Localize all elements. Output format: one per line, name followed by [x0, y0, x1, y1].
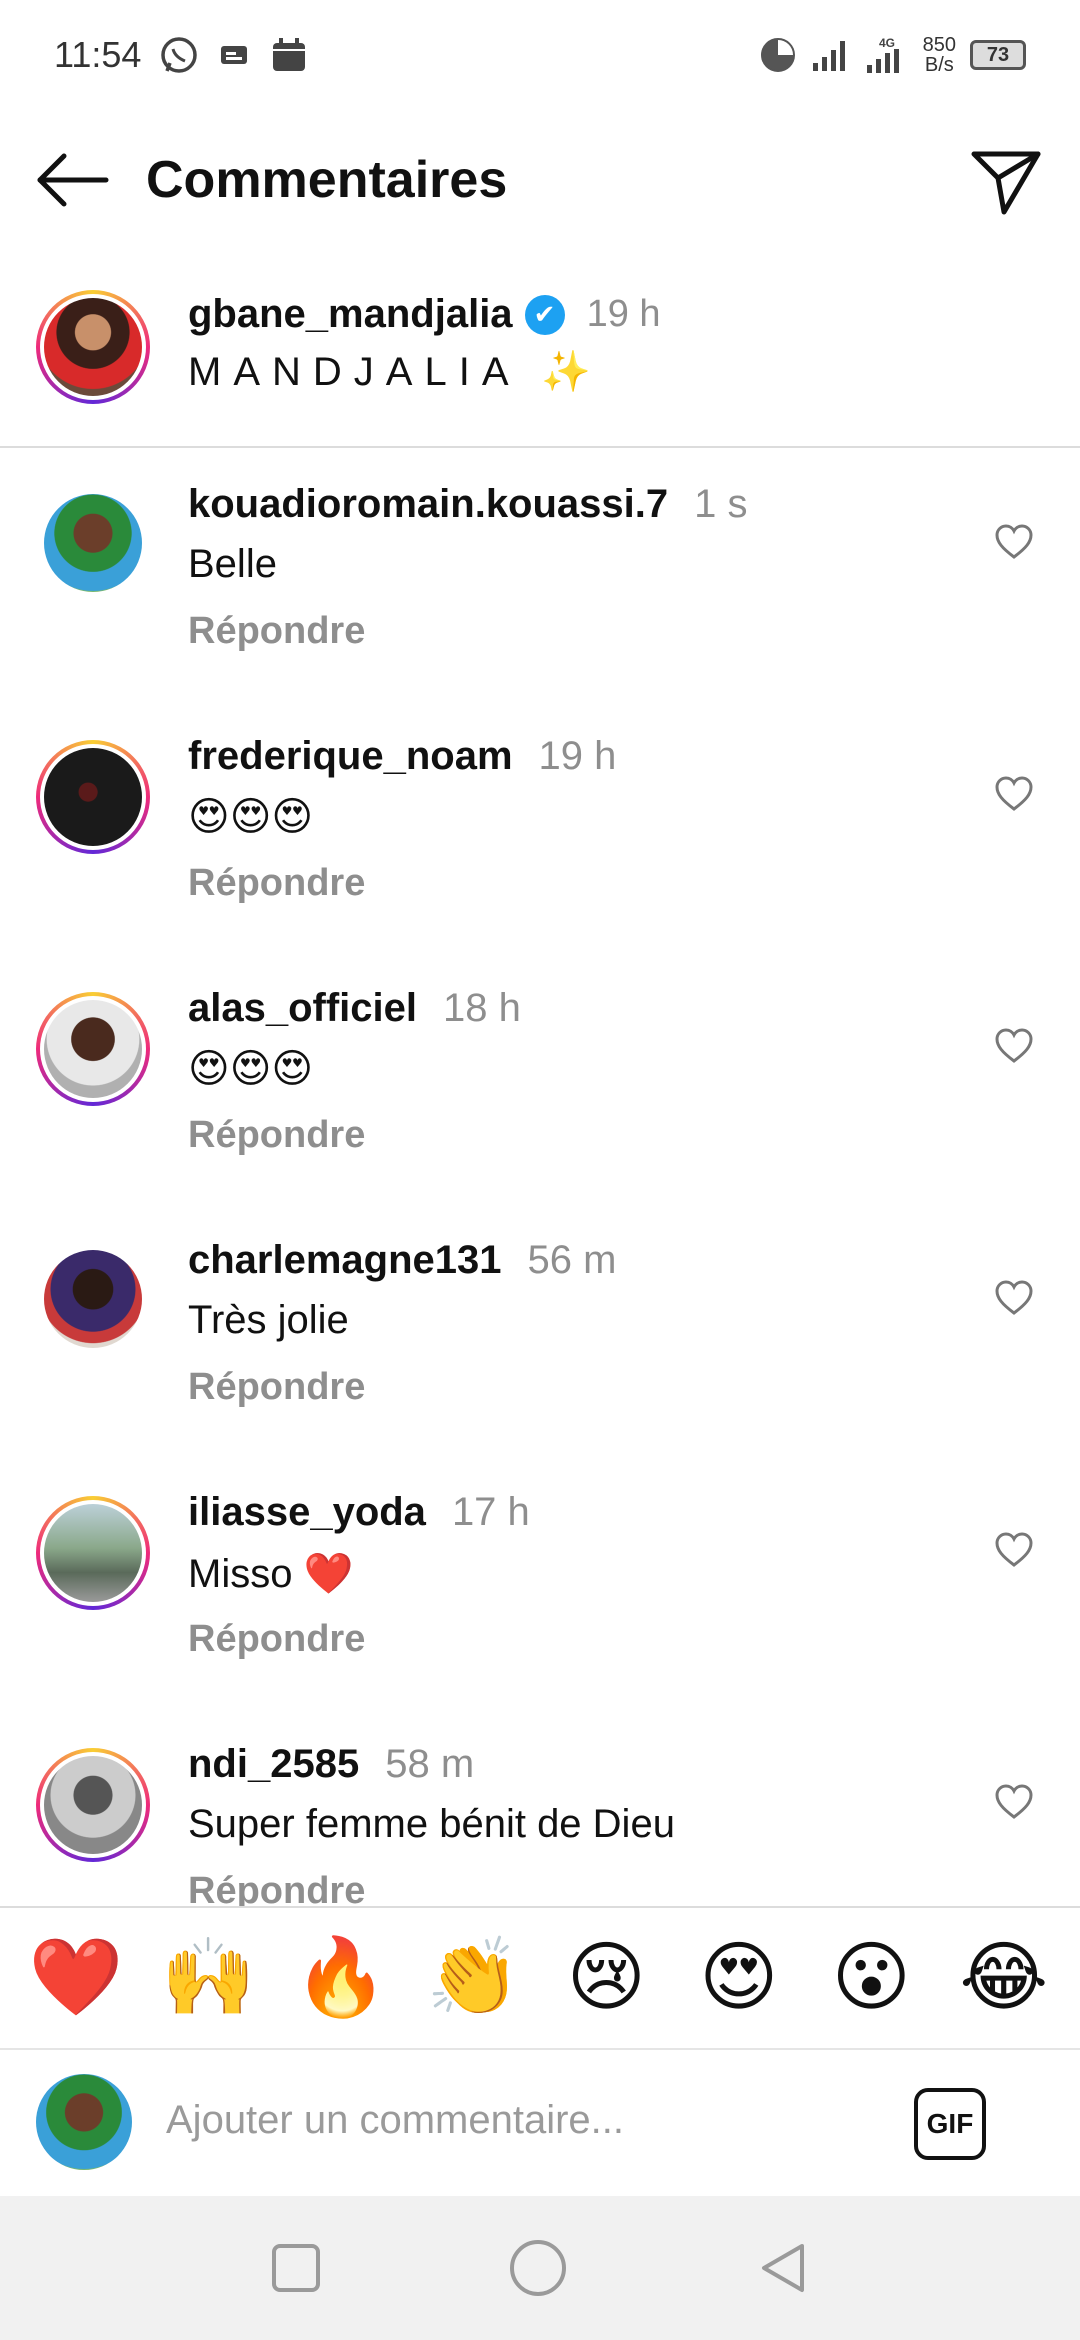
svg-text:4G: 4G [879, 36, 895, 50]
comment-time: 18 h [443, 986, 521, 1030]
avatar[interactable] [44, 494, 142, 592]
comment-item: iliasse_yoda 17 h Misso ❤️ Répondre [0, 1460, 1080, 1712]
status-time: 11:54 [54, 34, 142, 75]
caption-username[interactable]: gbane_mandjalia [188, 292, 513, 337]
emoji-surprised-button[interactable]: 😮 [821, 1933, 921, 2023]
comment-text: Misso ❤️ [188, 1552, 354, 1596]
heart-icon[interactable] [994, 1026, 1034, 1066]
comment-time: 17 h [451, 1490, 530, 1534]
emoji-fire-button[interactable]: 🔥 [291, 1933, 391, 2023]
status-right: 4G 850 B/s 73 [759, 35, 1026, 75]
comment-username[interactable]: iliasse_yoda [188, 1490, 426, 1534]
caption-username-row: gbane_mandjalia ✔ 19 h [188, 292, 661, 337]
status-left: 11:54 [54, 34, 309, 76]
recent-apps-button[interactable] [272, 2244, 320, 2292]
comment-item: charlemagne131 56 m Très jolie Répondre [0, 1208, 1080, 1460]
comment-time: 58 m [385, 1742, 475, 1786]
comment-input-row: Ajouter un commentaire... GIF [0, 2050, 1080, 2196]
comment-item: alas_officiel 18 h 😍😍😍 Répondre [0, 956, 1080, 1208]
avatar[interactable] [36, 1748, 150, 1862]
comment-item: frederique_noam 19 h 😍😍😍 Répondre [0, 704, 1080, 956]
reply-button[interactable]: Répondre [188, 862, 365, 905]
verified-badge-icon: ✔ [524, 294, 565, 335]
emoji-laughing-button[interactable]: 😂 [954, 1933, 1054, 2023]
comment-username-row: ndi_2585 58 m [188, 1742, 474, 1787]
comment-username-row: iliasse_yoda 17 h [188, 1490, 530, 1535]
comment-time: 19 h [538, 734, 617, 778]
comment-username-row: charlemagne131 56 m [188, 1238, 616, 1283]
caption-text: MANDJALIA ✨ [188, 350, 604, 394]
status-bar: 11:54 4G 850 B/s 73 [0, 0, 1080, 110]
network-speed: 850 B/s [923, 35, 956, 75]
network-speed-unit: B/s [924, 54, 954, 76]
comment-text: Très jolie [188, 1298, 349, 1342]
comment-text: Belle [188, 542, 277, 586]
home-button[interactable] [510, 2240, 566, 2296]
avatar[interactable] [36, 290, 150, 404]
comment-username-row: frederique_noam 19 h [188, 734, 616, 779]
network-speed-value: 850 [922, 34, 956, 56]
system-nav-bar [0, 2196, 1080, 2340]
emoji-clap-button[interactable]: 👏 [424, 1933, 524, 2023]
whatsapp-icon [161, 37, 198, 73]
comment-item: kouadioromain.kouassi.7 1 s Belle Répondr… [0, 452, 1080, 704]
comment-input[interactable]: Ajouter un commentaire... [166, 2098, 624, 2143]
page-title: Commentaires [146, 151, 508, 209]
back-triangle-icon[interactable] [756, 2240, 808, 2296]
reply-button[interactable]: Répondre [188, 1114, 365, 1157]
comment-username-row: kouadioromain.kouassi.7 1 s [188, 482, 748, 527]
comment-username[interactable]: alas_officiel [188, 986, 417, 1030]
caption-time: 19 h [586, 293, 661, 335]
comment-username[interactable]: charlemagne131 [188, 1238, 502, 1282]
send-icon[interactable] [970, 148, 1042, 216]
avatar[interactable] [36, 1496, 150, 1610]
emoji-heart-button[interactable]: ❤️ [26, 1933, 126, 2023]
battery-level: 73 [986, 43, 1010, 66]
comment-time: 1 s [694, 482, 748, 526]
gif-button[interactable]: GIF [914, 2088, 986, 2160]
heart-icon[interactable] [994, 1530, 1034, 1570]
heart-icon[interactable] [994, 1278, 1034, 1318]
emoji-raised-hands-button[interactable]: 🙌 [159, 1933, 259, 2023]
signal-icon [812, 41, 845, 71]
heart-icon[interactable] [994, 522, 1034, 562]
comment-username[interactable]: ndi_2585 [188, 1742, 359, 1786]
emoji-sad-button[interactable]: 😢 [556, 1933, 656, 2023]
user-avatar [36, 2074, 132, 2170]
reply-button[interactable]: Répondre [188, 610, 365, 653]
header: Commentaires [0, 110, 1080, 250]
comment-text: 😍😍😍 [188, 1047, 314, 1091]
signal-4g-icon: 4G [866, 36, 899, 73]
calendar-icon [273, 38, 306, 71]
comment-text: 😍😍😍 [188, 795, 314, 839]
comments-list: kouadioromain.kouassi.7 1 s Belle Répondr… [0, 452, 1080, 1906]
battery-icon: 73 [970, 40, 1026, 70]
reply-button[interactable]: Répondre [188, 1870, 365, 1906]
comment-username[interactable]: frederique_noam [188, 734, 513, 778]
avatar[interactable] [44, 1250, 142, 1348]
post-caption: gbane_mandjalia ✔ 19 h MANDJALIA ✨ [0, 270, 1080, 448]
comment-username-row: alas_officiel 18 h [188, 986, 521, 1031]
back-arrow-icon[interactable] [34, 152, 110, 208]
avatar[interactable] [36, 992, 150, 1106]
reply-button[interactable]: Répondre [188, 1366, 365, 1409]
heart-icon[interactable] [994, 1782, 1034, 1822]
avatar[interactable] [36, 740, 150, 854]
comment-username[interactable]: kouadioromain.kouassi.7 [188, 482, 668, 526]
message-icon [221, 46, 248, 64]
comment-time: 56 m [527, 1238, 617, 1282]
data-saver-icon [760, 38, 795, 72]
emoji-heart-eyes-button[interactable]: 😍 [689, 1933, 789, 2023]
reply-button[interactable]: Répondre [188, 1618, 365, 1661]
emoji-quick-bar: ❤️ 🙌 🔥 👏 😢 😍 😮 😂 [0, 1906, 1080, 2050]
comment-text: Super femme bénit de Dieu [188, 1802, 675, 1846]
comment-item: ndi_2585 58 m Super femme bénit de Dieu R… [0, 1712, 1080, 1906]
heart-icon[interactable] [994, 774, 1034, 814]
